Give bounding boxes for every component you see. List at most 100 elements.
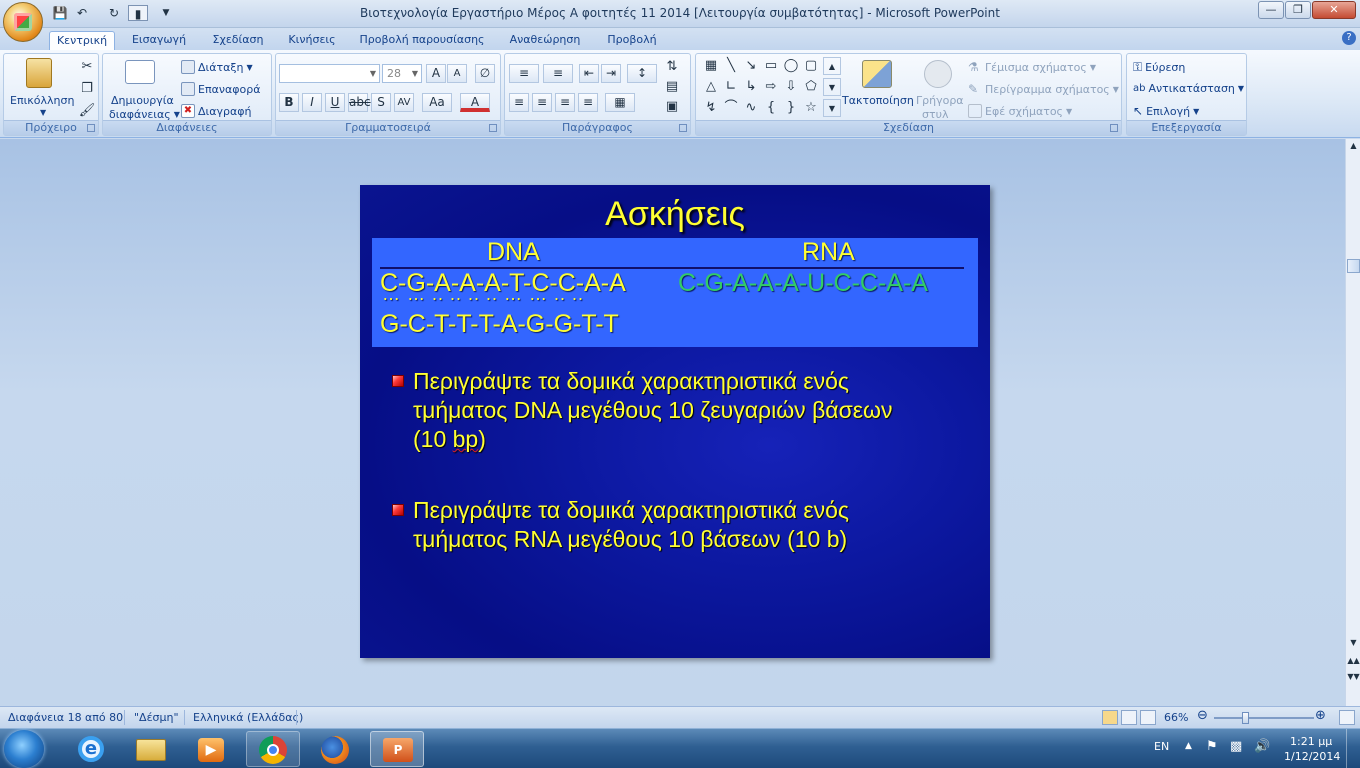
- align-text-icon[interactable]: ▤: [663, 78, 681, 96]
- sequence-table[interactable]: DNA RNA C-G-A-A-A-T-C-C-A-A … … .. .. ..…: [372, 238, 978, 347]
- paragraph-dialog-launcher[interactable]: [679, 124, 687, 132]
- language-indicator[interactable]: Ελληνικά (Ελλάδας): [193, 711, 303, 724]
- decrease-indent-button[interactable]: ⇤: [579, 64, 599, 83]
- shape-outline-button[interactable]: ✎ Περίγραμμα σχήματος ▼: [968, 82, 1119, 96]
- clear-formatting-button[interactable]: ∅: [475, 64, 495, 83]
- char-spacing-button[interactable]: AV: [394, 93, 414, 112]
- scroll-up-icon[interactable]: ▲: [1346, 139, 1360, 153]
- restore-button[interactable]: ❐: [1285, 1, 1311, 19]
- bold-button[interactable]: B: [279, 93, 299, 112]
- file-explorer-icon[interactable]: [124, 731, 178, 767]
- font-name-combo[interactable]: ▼: [279, 64, 380, 83]
- copy-icon[interactable]: ❐: [78, 80, 96, 98]
- tab-animations[interactable]: Κινήσεις: [282, 31, 342, 50]
- spelling-error[interactable]: bp: [453, 426, 479, 452]
- zoom-in-icon[interactable]: ⊕: [1315, 708, 1326, 723]
- freeform-shape-icon[interactable]: ∿: [742, 99, 760, 117]
- curve-shape-icon[interactable]: ⌒: [722, 99, 740, 117]
- shrink-font-button[interactable]: A: [447, 64, 467, 83]
- firefox-icon[interactable]: [308, 731, 362, 767]
- help-icon[interactable]: ?: [1342, 31, 1356, 45]
- elbow-arrow-icon[interactable]: ↳: [742, 78, 760, 96]
- next-slide-icon[interactable]: ▼▼: [1346, 670, 1360, 684]
- zoom-level[interactable]: 66%: [1164, 711, 1188, 724]
- quick-styles-button-line1[interactable]: Γρήγορα: [916, 94, 964, 107]
- tab-review[interactable]: Αναθεώρηση: [502, 31, 588, 50]
- clock-time[interactable]: 1:21 μμ: [1290, 735, 1332, 748]
- text-direction-icon[interactable]: ⇅: [663, 58, 681, 76]
- star-shape-icon[interactable]: ☆: [802, 99, 820, 117]
- paste-button[interactable]: Επικόλληση: [10, 94, 74, 107]
- select-button[interactable]: ↖ Επιλογή ▼: [1133, 104, 1199, 118]
- change-case-button[interactable]: Aa: [422, 93, 452, 112]
- language-bar[interactable]: EN: [1154, 740, 1169, 753]
- scrollbar-thumb[interactable]: [1347, 259, 1360, 273]
- right-brace-shape-icon[interactable]: }: [782, 99, 800, 117]
- powerpoint-taskbar-icon[interactable]: P: [370, 731, 424, 767]
- slide-title[interactable]: Ασκήσεις: [360, 195, 990, 234]
- underline-button[interactable]: U: [325, 93, 345, 112]
- justify-button[interactable]: ≡: [578, 93, 598, 112]
- layout-button[interactable]: Διάταξη ▼: [181, 60, 253, 74]
- slide-canvas[interactable]: Ασκήσεις DNA RNA C-G-A-A-A-T-C-C-A-A … ……: [360, 185, 990, 658]
- new-slide-icon[interactable]: [125, 60, 155, 84]
- bullet-text-1[interactable]: Περιγράψτε τα δομικά χαρακτηριστικά ενός…: [413, 367, 953, 454]
- theme-name[interactable]: "Δέσμη": [134, 711, 179, 724]
- increase-indent-button[interactable]: ⇥: [601, 64, 621, 83]
- italic-button[interactable]: I: [302, 93, 322, 112]
- slide-sorter-view-icon[interactable]: [1121, 710, 1137, 725]
- numbering-button[interactable]: ≡: [543, 64, 573, 83]
- show-hidden-icons-icon[interactable]: ▲: [1185, 741, 1192, 751]
- tab-home[interactable]: Κεντρική: [49, 31, 115, 50]
- show-desktop-button[interactable]: [1346, 729, 1360, 768]
- oval-shape-icon[interactable]: ◯: [782, 57, 800, 75]
- internet-explorer-icon[interactable]: e: [64, 731, 118, 767]
- cut-icon[interactable]: ✂: [78, 58, 96, 76]
- paste-dropdown-icon[interactable]: ▼: [40, 108, 46, 117]
- format-painter-icon[interactable]: 🖌: [78, 102, 96, 120]
- bullet-text-2[interactable]: Περιγράψτε τα δομικά χαρακτηριστικά ενός…: [413, 496, 953, 554]
- pentagon-shape-icon[interactable]: ⬠: [802, 78, 820, 96]
- left-brace-shape-icon[interactable]: {: [762, 99, 780, 117]
- right-arrow-shape-icon[interactable]: ⇨: [762, 78, 780, 96]
- vertical-scrollbar[interactable]: ▲ ▼ ▲▲ ▼▼: [1345, 139, 1360, 706]
- slideshow-view-icon[interactable]: [1140, 710, 1156, 725]
- previous-slide-icon[interactable]: ▲▲: [1346, 654, 1360, 668]
- columns-button[interactable]: ▦: [605, 93, 635, 112]
- font-color-button[interactable]: A: [460, 93, 490, 112]
- smartart-icon[interactable]: ▣: [663, 98, 681, 116]
- delete-button[interactable]: ✖ Διαγραφή: [181, 104, 251, 118]
- drawing-dialog-launcher[interactable]: [1110, 124, 1118, 132]
- align-right-button[interactable]: ≡: [555, 93, 575, 112]
- replace-button[interactable]: ab Αντικατάσταση ▼: [1133, 82, 1244, 95]
- tab-slideshow[interactable]: Προβολή παρουσίασης: [352, 31, 492, 50]
- start-button[interactable]: [4, 730, 44, 768]
- lightning-shape-icon[interactable]: ↯: [702, 99, 720, 117]
- network-icon[interactable]: ▩: [1230, 739, 1242, 754]
- find-button[interactable]: ⚿ Εύρεση: [1133, 60, 1185, 75]
- fit-to-window-icon[interactable]: [1339, 710, 1355, 725]
- minimize-button[interactable]: —: [1258, 1, 1284, 19]
- shapes-scroll-up-icon[interactable]: ▲: [823, 57, 841, 75]
- volume-icon[interactable]: 🔊: [1254, 739, 1270, 754]
- shapes-more-icon[interactable]: ▼: [823, 99, 841, 117]
- paste-icon[interactable]: [26, 58, 52, 88]
- rounded-rect-shape-icon[interactable]: ▢: [802, 57, 820, 75]
- zoom-slider[interactable]: [1214, 717, 1314, 719]
- media-player-icon[interactable]: ▶: [184, 731, 238, 767]
- scroll-down-icon[interactable]: ▼: [1346, 636, 1360, 650]
- quick-styles-icon[interactable]: [924, 60, 952, 88]
- shape-effects-button[interactable]: Εφέ σχήματος ▼: [968, 104, 1072, 118]
- bullets-button[interactable]: ≡: [509, 64, 539, 83]
- shape-fill-button[interactable]: ⚗ Γέμισμα σχήματος ▼: [968, 60, 1096, 74]
- tab-view[interactable]: Προβολή: [598, 31, 666, 50]
- arrange-button[interactable]: Τακτοποίηση: [842, 94, 914, 107]
- down-arrow-shape-icon[interactable]: ⇩: [782, 78, 800, 96]
- close-button[interactable]: ✕: [1312, 1, 1356, 19]
- arrow-line-shape-icon[interactable]: ↘: [742, 57, 760, 75]
- new-slide-button-line1[interactable]: Δημιουργία: [111, 94, 174, 107]
- elbow-connector-icon[interactable]: ∟: [722, 78, 740, 96]
- grow-font-button[interactable]: A: [426, 64, 446, 83]
- align-left-button[interactable]: ≡: [509, 93, 529, 112]
- shadow-button[interactable]: S: [371, 93, 391, 112]
